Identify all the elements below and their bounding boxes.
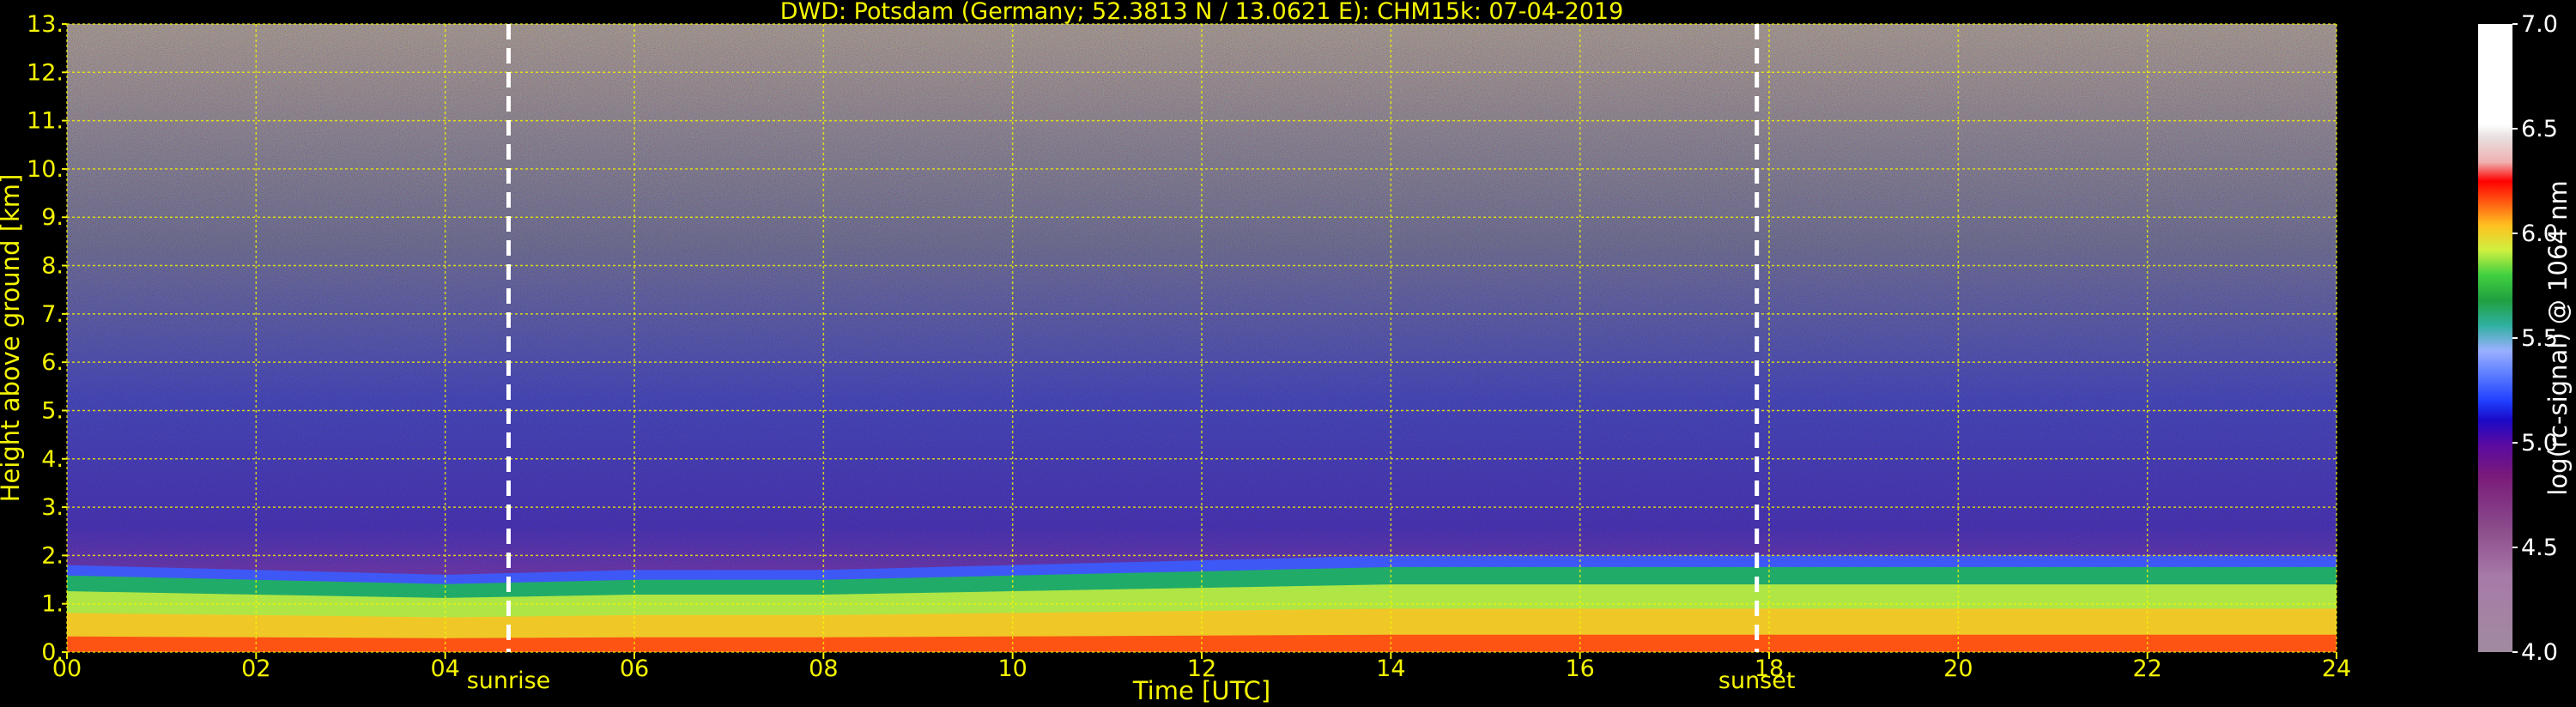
x-tick-label: 04 <box>430 656 459 682</box>
y-tick-label: 2. <box>41 542 64 569</box>
colorbar-scale <box>2478 24 2512 652</box>
lidar-chart: DWD: Potsdam (Germany; 52.3813 N / 13.06… <box>0 0 2573 705</box>
x-tick-label: 02 <box>241 656 270 682</box>
x-tick-label: 18 <box>1755 656 1784 682</box>
colorbar-tick-label: 7.0 <box>2521 11 2558 38</box>
y-tick-label: 4. <box>41 446 64 473</box>
y-tick-label: 8. <box>41 253 64 280</box>
y-tick-label: 10. <box>27 156 64 183</box>
y-tick-label: 5. <box>41 397 64 424</box>
chart-title: DWD: Potsdam (Germany; 52.3813 N / 13.06… <box>780 0 1624 25</box>
colorbar-label: log(rc-signal) @ 1064 nm <box>2543 180 2573 495</box>
y-tick-label: 11. <box>27 108 64 135</box>
y-tick-label: 1. <box>41 591 64 618</box>
x-tick-label: 20 <box>1943 656 1973 682</box>
y-tick-label: 13. <box>27 11 64 38</box>
x-tick-label: 08 <box>809 656 838 682</box>
y-axis-ticks: 0. 1. 2. 3. 4. 5. 6. 7. 8. 9. 10. 11. 12. 13. <box>27 11 67 666</box>
x-tick-label: 06 <box>620 656 649 682</box>
colorbar: 4.04.55.05.56.06.57.0 log(rc-signal) @ 1… <box>2478 11 2573 666</box>
x-tick-label: 14 <box>1376 656 1405 682</box>
colorbar-tick-label: 4.5 <box>2521 535 2558 561</box>
y-tick-label: 0. <box>41 639 64 666</box>
y-tick-label: 12. <box>27 59 64 86</box>
colorbar-tick-label: 4.0 <box>2521 639 2558 666</box>
x-tick-label: 16 <box>1565 656 1594 682</box>
sunrise-label: sunrise <box>467 668 551 694</box>
x-tick-label: 24 <box>2322 656 2351 682</box>
x-axis-label: Time [UTC] <box>1132 676 1270 705</box>
y-tick-label: 9. <box>41 204 64 231</box>
y-tick-label: 3. <box>41 494 64 521</box>
y-tick-label: 6. <box>41 349 64 376</box>
y-tick-label: 7. <box>41 301 64 328</box>
x-tick-label: 10 <box>997 656 1027 682</box>
x-tick-label: 22 <box>2132 656 2161 682</box>
y-axis-label: Height above ground [km] <box>0 174 25 503</box>
colorbar-tick-label: 6.5 <box>2521 116 2558 142</box>
